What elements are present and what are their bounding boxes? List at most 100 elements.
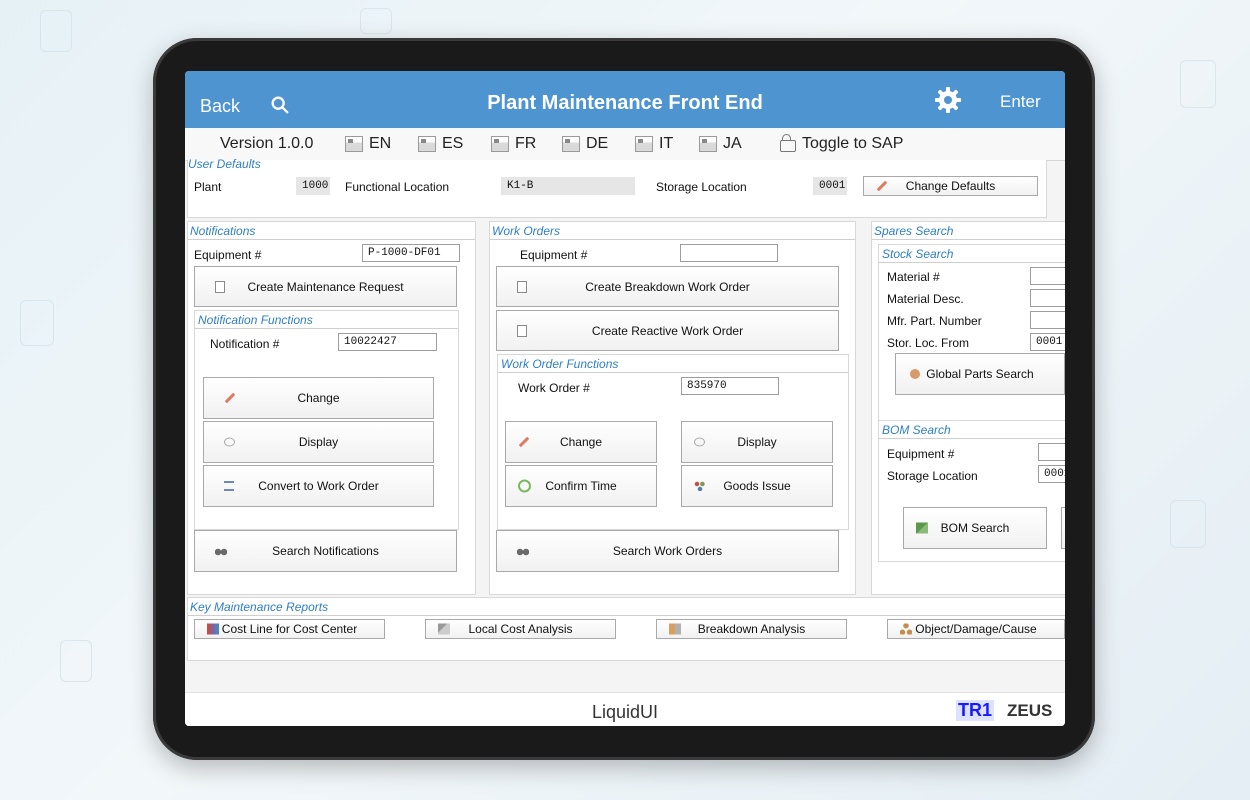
pencil-icon: [518, 436, 530, 448]
local-cost-analysis-button[interactable]: Local Cost Analysis: [425, 619, 616, 639]
wo-display-button[interactable]: Display: [681, 421, 833, 463]
button-label: Search Notifications: [272, 544, 379, 558]
app-screen: Back Plant Maintenance Front End Enter V…: [185, 71, 1065, 726]
search-icon[interactable]: [269, 94, 291, 116]
lang-en-button[interactable]: EN: [345, 135, 391, 153]
reports-section: Key Maintenance Reports Cost Line for Co…: [187, 597, 1065, 661]
flag-icon: [491, 136, 509, 152]
notification-functions-group: Notification Functions Notification # 10…: [194, 310, 459, 530]
work-order-number-input[interactable]: 835970: [681, 377, 779, 395]
binoculars-icon: [215, 546, 227, 556]
change-defaults-button[interactable]: Change Defaults: [863, 176, 1038, 196]
breakdown-icon: [669, 623, 681, 635]
storage-location-label: Storage Location: [656, 180, 747, 194]
breakdown-analysis-button[interactable]: Breakdown Analysis: [656, 619, 847, 639]
equipment-label: Equipment #: [194, 248, 262, 262]
section-title: User Defaults: [188, 157, 261, 171]
button-label: Create Reactive Work Order: [591, 323, 744, 338]
lang-ja-button[interactable]: JA: [699, 135, 742, 153]
button-label: BOM Search: [940, 521, 1010, 535]
bom-equipment-input[interactable]: [1038, 443, 1065, 461]
material-desc-label: Material Desc.: [887, 292, 964, 306]
stock-search-group: Stock Search Material # Material Desc. M…: [878, 244, 1065, 424]
lang-it-button[interactable]: IT: [635, 135, 673, 153]
confirm-time-button[interactable]: Confirm Time: [505, 465, 657, 507]
material-desc-input[interactable]: [1030, 289, 1065, 307]
create-breakdown-work-order-button[interactable]: Create Breakdown Work Order: [496, 266, 839, 307]
section-title: Key Maintenance Reports: [190, 600, 329, 614]
button-label: Global Parts Search: [926, 367, 1034, 381]
lang-de-button[interactable]: DE: [562, 135, 608, 153]
wo-equipment-input[interactable]: [680, 244, 778, 262]
cost-line-report-button[interactable]: Cost Line for Cost Center: [194, 619, 385, 639]
brand-label: LiquidUI: [591, 702, 659, 722]
goods-issue-button[interactable]: Goods Issue: [681, 465, 833, 507]
button-label: Create Maintenance Request: [247, 279, 404, 294]
create-maintenance-request-button[interactable]: Create Maintenance Request: [194, 266, 457, 307]
notification-change-button[interactable]: Change: [203, 377, 434, 419]
background-tile: [60, 640, 92, 682]
globe-icon: [910, 369, 920, 379]
section-title: Work Orders: [492, 224, 561, 238]
spares-search-section: Spares Search Stock Search Material # Ma…: [871, 221, 1065, 595]
global-parts-search-button[interactable]: Global Parts Search: [895, 353, 1065, 395]
flag-icon: [345, 136, 363, 152]
button-label: Display: [298, 435, 339, 449]
bom-search-button[interactable]: BOM Search: [903, 507, 1047, 549]
notification-number-input[interactable]: 10022427: [338, 333, 437, 351]
bom-storage-location-input[interactable]: 0001: [1038, 465, 1065, 483]
version-label: Version 1.0.0: [220, 135, 313, 153]
button-label: Cost Line for Cost Center: [221, 622, 358, 636]
hierarchy-icon: [900, 623, 912, 635]
toggle-label: Toggle to SAP: [802, 135, 904, 152]
search-work-orders-button[interactable]: Search Work Orders: [496, 530, 839, 572]
toggle-sap-button[interactable]: Toggle to SAP: [780, 134, 904, 153]
lang-label: DE: [586, 135, 609, 152]
lang-fr-button[interactable]: FR: [491, 135, 536, 153]
plant-field[interactable]: 1000: [296, 177, 330, 195]
lang-es-button[interactable]: ES: [418, 135, 463, 153]
section-title: Notifications: [190, 224, 256, 238]
flag-icon: [418, 136, 436, 152]
stor-loc-from-input[interactable]: 0001: [1030, 333, 1065, 351]
document-icon: [215, 280, 225, 293]
section-title: BOM Search: [882, 423, 951, 437]
create-reactive-work-order-button[interactable]: Create Reactive Work Order: [496, 310, 839, 351]
lang-label: EN: [369, 135, 392, 152]
button-label: Change: [297, 391, 340, 405]
cost-icon: [438, 623, 450, 635]
back-button[interactable]: Back: [200, 96, 240, 117]
goods-icon: [694, 481, 706, 491]
notification-display-button[interactable]: Display: [203, 421, 434, 463]
version-text: Version 1.0.0: [220, 135, 314, 152]
bom-icon: [916, 522, 928, 534]
functional-location-field[interactable]: K1-B: [501, 177, 635, 195]
button-label: Breakdown Analysis: [697, 622, 806, 636]
convert-to-work-order-button[interactable]: Convert to Work Order: [203, 465, 434, 507]
wo-change-button[interactable]: Change: [505, 421, 657, 463]
bom-search-group: BOM Search Equipment # Storage Location …: [878, 420, 1065, 562]
lang-label: ES: [442, 135, 464, 152]
search-notifications-button[interactable]: Search Notifications: [194, 530, 457, 572]
binoculars-icon: [517, 546, 529, 556]
notification-number-label: Notification #: [210, 337, 280, 351]
bom-storage-location-label: Storage Location: [887, 469, 978, 483]
material-number-input[interactable]: [1030, 267, 1065, 285]
clock-icon: [518, 479, 531, 493]
background-tile: [1180, 60, 1216, 108]
language-bar: Version 1.0.0 EN ES FR DE IT JA Toggle t…: [185, 128, 1065, 161]
mfr-part-number-label: Mfr. Part. Number: [887, 314, 982, 328]
object-damage-cause-button[interactable]: Object/Damage/Cause: [887, 619, 1065, 639]
document-icon: [517, 280, 527, 293]
gear-icon[interactable]: [934, 86, 962, 114]
flag-icon: [699, 136, 717, 152]
equipment-input[interactable]: P-1000-DF01: [362, 244, 460, 262]
top-bar: Back Plant Maintenance Front End Enter: [185, 71, 1065, 128]
extra-button-partial[interactable]: [1061, 507, 1065, 549]
enter-button[interactable]: Enter: [1000, 92, 1041, 112]
storage-location-field[interactable]: 0001: [813, 177, 847, 195]
mfr-part-number-input[interactable]: [1030, 311, 1065, 329]
notifications-section: Notifications Equipment # P-1000-DF01 Cr…: [187, 221, 476, 595]
pencil-icon: [876, 180, 888, 192]
section-title: Notification Functions: [198, 313, 313, 327]
